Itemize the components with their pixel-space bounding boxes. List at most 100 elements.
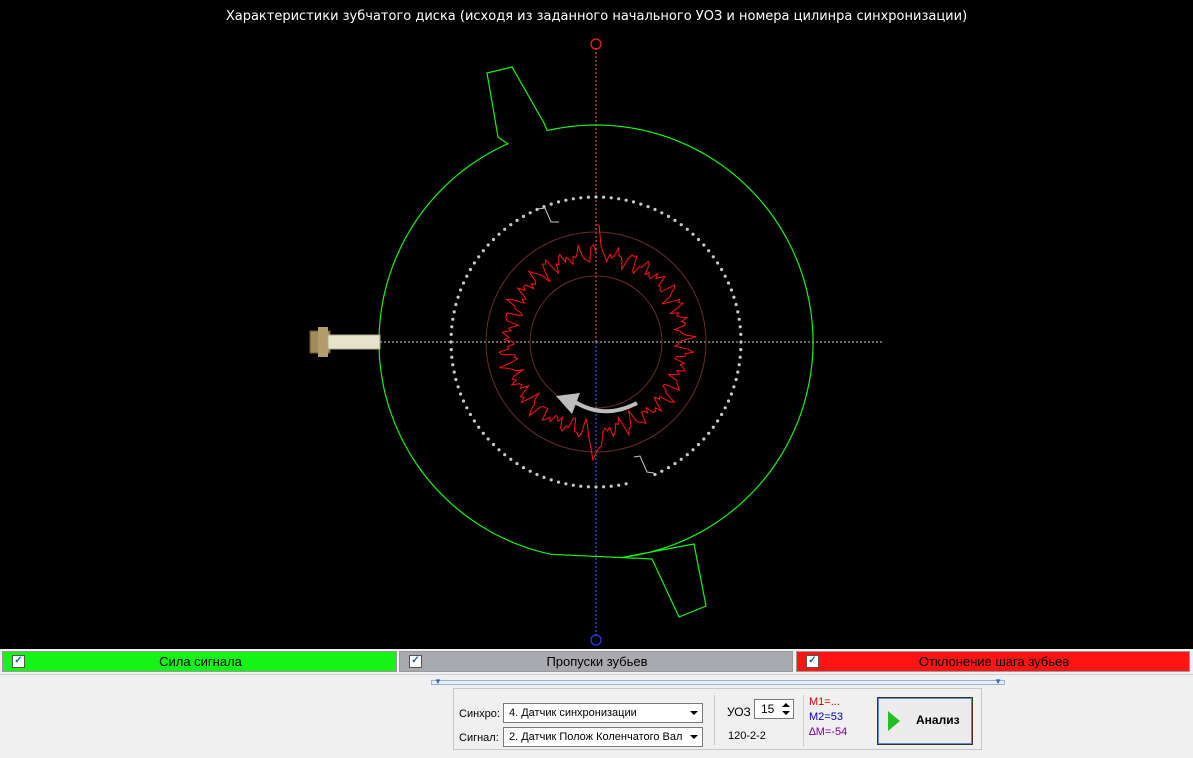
tooth-dot <box>509 457 513 461</box>
tooth-dot <box>509 223 513 227</box>
checkbox-tooth-pitch[interactable]: ✓ <box>806 655 819 668</box>
tooth-dot <box>609 196 613 200</box>
uoz-spinner[interactable]: 15 <box>754 699 794 719</box>
tooth-dot <box>707 249 711 253</box>
tooth-dot <box>732 295 736 299</box>
tooth-dot <box>449 332 453 336</box>
signal-select[interactable]: 2. Датчик Полож Коленчатого Вал <box>503 727 703 747</box>
legend-tooth-gaps-label: Пропуски зубьев <box>546 654 648 669</box>
tooth-dot <box>739 340 743 344</box>
tooth-dot <box>450 355 454 359</box>
tooth-dot <box>711 425 715 429</box>
sync-label: Синхро: <box>459 708 500 720</box>
m2-value: M2=53 <box>809 711 843 723</box>
legend-tooth-gaps[interactable]: ✓ Пропуски зубьев <box>399 651 793 672</box>
chevron-down-icon <box>690 711 698 715</box>
tooth-dot <box>491 237 496 242</box>
tooth-dot <box>472 261 476 265</box>
tooth-dot <box>450 325 454 329</box>
tooth-disk-canvas: Характеристики зубчатого диска (исходя и… <box>0 0 1193 649</box>
tooth-dot <box>451 317 455 321</box>
tooth-dot <box>542 475 546 479</box>
tooth-dot <box>521 214 526 218</box>
signal-label: Сигнал: <box>459 732 499 744</box>
panel-splitter[interactable]: ▼ ▼ <box>431 677 1005 686</box>
spin-down-icon[interactable] <box>782 711 790 715</box>
tooth-dot <box>454 377 458 382</box>
tooth-dot <box>736 370 740 374</box>
tooth-dot <box>737 317 741 321</box>
tooth-dot <box>571 483 575 487</box>
tooth-dot <box>586 195 591 199</box>
tooth-dot <box>729 392 734 396</box>
tooth-dot <box>491 442 496 447</box>
tooth-dot <box>579 484 583 488</box>
tooth-dot <box>481 249 485 253</box>
checkbox-tooth-gaps[interactable]: ✓ <box>409 655 422 668</box>
tooth-dot <box>497 232 501 236</box>
tooth-dot <box>702 437 706 441</box>
tooth-dot <box>594 195 598 199</box>
tooth-dot <box>696 442 701 447</box>
tooth-dot <box>653 207 657 212</box>
spin-up-icon[interactable] <box>782 703 790 707</box>
tooth-dot <box>497 448 501 452</box>
legend-tooth-pitch-label: Отклонение шага зубьев <box>918 654 1070 669</box>
tooth-dot <box>666 466 671 470</box>
analyze-button[interactable]: Анализ <box>877 697 973 745</box>
tooth-dot <box>503 227 507 231</box>
tooth-dot <box>564 482 568 486</box>
tooth-dot <box>691 448 695 452</box>
tooth-dot <box>711 255 715 259</box>
tooth-dot <box>456 385 460 389</box>
tdc-marker-top <box>590 38 602 50</box>
tooth-dot <box>716 419 720 423</box>
chart-title: Характеристики зубчатого диска (исходя и… <box>225 9 968 24</box>
tooth-dot <box>723 406 727 410</box>
sensor-nut-face <box>318 327 328 357</box>
tooth-dot <box>691 232 695 236</box>
tooth-dot <box>571 197 575 201</box>
tooth-dot <box>486 437 490 441</box>
tooth-dot <box>673 462 677 466</box>
tooth-dot <box>617 197 621 201</box>
tooth-dot <box>477 425 481 429</box>
checkbox-signal-strength[interactable]: ✓ <box>12 655 25 668</box>
tooth-dot <box>452 310 456 314</box>
tooth-dot <box>738 355 742 359</box>
marker-values: M1=... M2=53 ∆M=-54 <box>803 695 867 747</box>
tooth-dot <box>726 281 731 285</box>
tooth-dot <box>586 485 591 489</box>
play-icon <box>888 711 900 731</box>
tooth-dot <box>454 302 458 307</box>
tooth-dot <box>477 255 481 259</box>
tooth-dot <box>685 453 689 457</box>
sensor-shaft <box>327 334 381 350</box>
tooth-dot <box>535 207 539 212</box>
tooth-dot <box>609 484 613 488</box>
tooth-dot <box>515 462 519 466</box>
legend-tooth-pitch[interactable]: ✓ Отклонение шага зубьев <box>796 651 1190 672</box>
tooth-dot <box>461 399 466 403</box>
delta-m-value: ∆M=-54 <box>809 726 848 738</box>
tooth-dot <box>579 196 583 200</box>
legend-signal-strength[interactable]: ✓ Сила сигнала <box>2 651 397 672</box>
tooth-dot <box>639 202 643 206</box>
tooth-dot <box>738 325 742 329</box>
tooth-dot <box>461 281 466 285</box>
sync-select-value: 4. Датчик синхронизации <box>509 707 637 719</box>
uoz-label: УОЗ <box>727 705 751 719</box>
sync-select[interactable]: 4. Датчик синхронизации <box>503 703 703 723</box>
tooth-dot <box>486 243 490 247</box>
tooth-dot <box>734 302 738 307</box>
tooth-dot <box>521 466 526 470</box>
splitter-arrow-right-icon: ▼ <box>994 677 1002 686</box>
tooth-dot <box>679 457 683 461</box>
tooth-dot <box>624 198 628 202</box>
tooth-dot <box>720 412 724 417</box>
tooth-dot <box>503 453 507 457</box>
tooth-dot <box>468 412 472 417</box>
tooth-dot <box>660 211 664 215</box>
tooth-dot <box>617 483 621 487</box>
tooth-dot <box>515 218 519 222</box>
